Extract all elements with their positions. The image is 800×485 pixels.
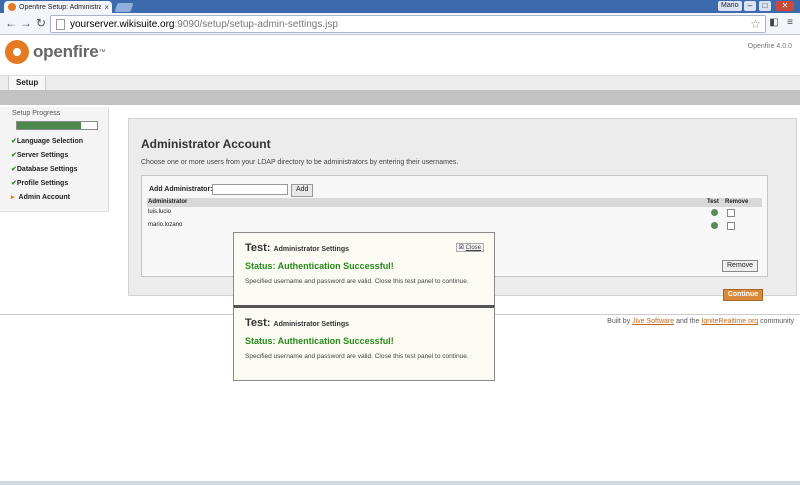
browser-tab[interactable]: Openfire Setup: Administrato × bbox=[4, 1, 112, 13]
status-bar bbox=[0, 481, 800, 485]
test-status: Status: Authentication Successful! bbox=[245, 336, 394, 346]
setup-progress-bar bbox=[16, 121, 98, 130]
extension-icon[interactable]: ◧ bbox=[768, 17, 780, 29]
test-panel-title: Test: Administrator Settings bbox=[245, 317, 349, 329]
new-tab-button[interactable] bbox=[114, 3, 134, 12]
admin-username: luis.lucio bbox=[148, 209, 172, 215]
back-arrow-icon[interactable]: ← bbox=[4, 16, 18, 30]
footer-credits: Built by Jive Software and the IgniteRea… bbox=[607, 318, 794, 325]
continue-button[interactable]: Continue bbox=[723, 289, 763, 301]
column-test: Test bbox=[707, 199, 719, 205]
test-icon[interactable] bbox=[711, 222, 718, 229]
forward-arrow-icon[interactable]: → bbox=[19, 16, 33, 30]
administrator-table: Administrator Test Remove luis.lucio mar… bbox=[147, 198, 762, 272]
test-panel-title: Test: Administrator Settings bbox=[245, 242, 349, 254]
tab-title: Openfire Setup: Administrato bbox=[19, 3, 102, 11]
close-button[interactable]: ☒ Close bbox=[455, 243, 484, 252]
jive-software-link[interactable]: Jive Software bbox=[632, 318, 674, 325]
setup-progress-fill bbox=[17, 122, 81, 129]
remove-button[interactable]: Remove bbox=[722, 260, 759, 272]
tab-setup[interactable]: Setup bbox=[8, 76, 47, 90]
add-administrator-label: Add Administrator: bbox=[149, 186, 213, 193]
browser-toolbar: ← → ↻ yourserver.wikisuite.org:9090/setu… bbox=[0, 13, 800, 35]
openfire-logo: openfire ™ bbox=[5, 40, 105, 64]
admin-username: mario.lozano bbox=[148, 222, 183, 228]
remove-checkbox[interactable] bbox=[727, 222, 735, 230]
logo-trademark: ™ bbox=[98, 48, 106, 56]
url-host: yourserver.wikisuite.org bbox=[70, 18, 175, 30]
openfire-flame-icon bbox=[5, 40, 29, 64]
test-panel: Test: Administrator Settings Status: Aut… bbox=[233, 305, 495, 381]
test-message: Specified username and password are vali… bbox=[245, 278, 469, 285]
page-icon bbox=[56, 18, 65, 30]
step-profile: ✔Profile Settings bbox=[11, 180, 69, 187]
column-administrator: Administrator bbox=[148, 199, 188, 205]
step-server: ✔Server Settings bbox=[11, 152, 69, 159]
nav-strip: Setup bbox=[0, 75, 800, 91]
url-path: :9090/setup/setup-admin-settings.jsp bbox=[174, 18, 338, 30]
address-bar[interactable]: yourserver.wikisuite.org:9090/setup/setu… bbox=[50, 15, 766, 33]
window-titlebar: Openfire Setup: Administrato × Mario – □… bbox=[0, 0, 800, 13]
window-user-badge[interactable]: Mario bbox=[718, 1, 742, 11]
setup-progress-sidebar: Setup Progress ✔Language Selection ✔Serv… bbox=[0, 107, 109, 212]
add-administrator-input[interactable] bbox=[212, 184, 288, 195]
setup-progress-title: Setup Progress bbox=[12, 110, 61, 117]
tab-close-icon[interactable]: × bbox=[104, 3, 109, 12]
add-button[interactable]: Add bbox=[291, 184, 314, 197]
table-header: Administrator Test Remove bbox=[147, 198, 762, 207]
maximize-button[interactable]: □ bbox=[759, 1, 771, 11]
setup-steps: ✔Language Selection ✔Server Settings ✔Da… bbox=[11, 135, 83, 205]
step-language: ✔Language Selection bbox=[11, 138, 83, 145]
window-close-button[interactable]: ✕ bbox=[776, 1, 794, 11]
minimize-button[interactable]: – bbox=[744, 1, 756, 11]
reload-icon[interactable]: ↻ bbox=[34, 16, 48, 30]
step-database: ✔Database Settings bbox=[11, 166, 78, 173]
openfire-favicon-icon bbox=[8, 3, 16, 11]
menu-icon[interactable]: ≡ bbox=[784, 17, 796, 29]
igniterealtime-link[interactable]: IgniteRealtime.org bbox=[701, 318, 758, 325]
test-panel: Test: Administrator Settings ☒ Close Sta… bbox=[233, 232, 495, 306]
version-label: Openfire 4.0.0 bbox=[747, 43, 792, 50]
logo-text: openfire bbox=[33, 42, 99, 61]
test-icon[interactable] bbox=[711, 209, 718, 216]
remove-checkbox[interactable] bbox=[727, 209, 735, 217]
header-bar bbox=[0, 90, 800, 105]
page-title: Administrator Account bbox=[141, 137, 271, 151]
test-message: Specified username and password are vali… bbox=[245, 353, 469, 360]
step-admin: ▸ Admin Account bbox=[11, 194, 70, 201]
bookmark-star-icon[interactable]: ☆ bbox=[750, 16, 761, 32]
page-description: Choose one or more users from your LDAP … bbox=[141, 159, 459, 166]
table-row: luis.lucio bbox=[147, 207, 762, 220]
test-status: Status: Authentication Successful! bbox=[245, 261, 394, 271]
current-step-arrow-icon: ▸ bbox=[11, 194, 15, 201]
column-remove: Remove bbox=[725, 199, 749, 205]
